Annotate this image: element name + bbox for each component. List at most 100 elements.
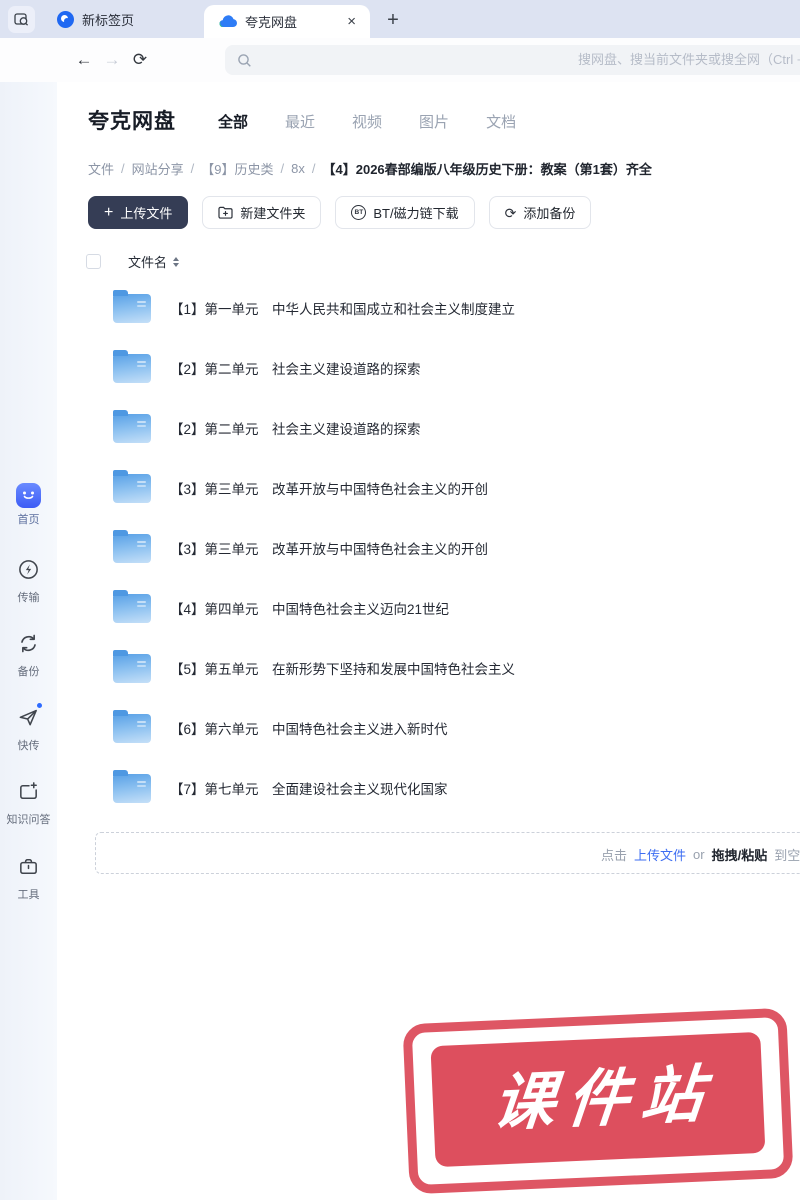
view-tabs: 全部 最近 视频 图片 文档: [218, 109, 516, 132]
tab-search-button[interactable]: [8, 5, 35, 33]
sidebar-item-label: 传输: [17, 591, 40, 604]
breadcrumb-item[interactable]: 8x: [291, 161, 305, 176]
folder-icon: [113, 589, 151, 623]
search-placeholder: 搜网盘、搜当前文件夹或搜全网（Ctrl +: [578, 52, 800, 67]
folder-name: 【1】第一单元 中华人民共和国成立和社会主义制度建立: [170, 302, 516, 317]
tab-recent[interactable]: 最近: [285, 111, 315, 132]
folder-icon: [113, 469, 151, 503]
tab-videos[interactable]: 视频: [352, 111, 382, 132]
search-input[interactable]: 搜网盘、搜当前文件夹或搜全网（Ctrl +: [225, 45, 800, 75]
plus-icon: +: [104, 203, 114, 221]
action-buttons: + 上传文件 新建文件夹 BT BT/磁力链下载 ⟳ 添加备份: [88, 196, 592, 229]
folder-row[interactable]: 【2】第二单元 社会主义建设道路的探索: [57, 338, 800, 398]
folder-row[interactable]: 【2】第二单元 社会主义建设道路的探索: [57, 398, 800, 458]
breadcrumb-separator: /: [280, 161, 285, 176]
folder-icon: [113, 649, 151, 683]
notification-dot: [35, 702, 43, 709]
stamp-plate: 课件站: [430, 1031, 766, 1168]
sidebar-item-label: 快传: [17, 739, 40, 752]
bt-icon: BT: [351, 205, 367, 220]
back-button[interactable]: ←: [70, 50, 98, 70]
upload-file-button[interactable]: + 上传文件: [88, 196, 189, 229]
browser-tab-quark-drive[interactable]: 夸克网盘 ×: [204, 5, 370, 38]
folder-row[interactable]: 【6】第六单元 中国特色社会主义进入新时代: [57, 698, 800, 758]
folder-row[interactable]: 【1】第一单元 中华人民共和国成立和社会主义制度建立: [57, 278, 800, 338]
quark-browser-icon: [57, 10, 74, 28]
tab-documents[interactable]: 文档: [486, 111, 516, 132]
breadcrumb: 文件 / 网站分享 / 【9】历史类 / 8x / 【4】2026春部编版八年级…: [88, 159, 652, 178]
tab-images[interactable]: 图片: [419, 111, 449, 132]
sidebar-item-home[interactable]: 首页: [0, 482, 57, 527]
folder-icon: [113, 289, 151, 323]
hint-prefix: 点击: [601, 847, 628, 863]
sort-toggle-icon[interactable]: [173, 256, 180, 267]
browser-toolbar: ← → ⟳ 搜网盘、搜当前文件夹或搜全网（Ctrl +: [0, 38, 800, 82]
home-smiley-icon: [16, 482, 42, 508]
folder-name: 【2】第二单元 社会主义建设道路的探索: [170, 362, 421, 377]
close-tab-icon[interactable]: ×: [347, 14, 356, 29]
sidebar-item-quick-send[interactable]: 快传: [0, 702, 57, 753]
sidebar-item-label: 工具: [17, 888, 40, 901]
forward-button[interactable]: →: [98, 50, 126, 70]
filename-column-header: 文件名: [128, 255, 168, 270]
folder-name: 【3】第三单元 改革开放与中国特色社会主义的开创: [170, 542, 489, 557]
folder-icon: [113, 529, 151, 563]
sidebar-item-knowledge-qa[interactable]: 知识问答: [0, 778, 57, 827]
browser-tab-bar: 新标签页 夸克网盘 × +: [0, 0, 800, 38]
folder-row[interactable]: 【3】第三单元 改革开放与中国特色社会主义的开创: [57, 458, 800, 518]
folder-plus-icon: [218, 206, 233, 219]
breadcrumb-item[interactable]: 网站分享: [132, 159, 184, 178]
add-backup-button[interactable]: ⟳ 添加备份: [488, 196, 592, 229]
folder-name: 【7】第七单元 全面建设社会主义现代化国家: [170, 782, 448, 797]
sidebar-item-label: 知识问答: [6, 813, 51, 826]
upload-file-label: 上传文件: [120, 206, 173, 221]
folder-icon: [113, 409, 151, 443]
browser-window: 新标签页 夸克网盘 × + ← → ⟳ 搜网盘、搜当前文件夹或搜全网（Ctrl …: [0, 0, 800, 1200]
new-folder-button[interactable]: 新建文件夹: [202, 196, 322, 229]
refresh-button[interactable]: ⟳: [126, 50, 154, 70]
new-tab-button[interactable]: +: [378, 6, 408, 34]
folder-name: 【6】第六单元 中国特色社会主义进入新时代: [170, 722, 448, 737]
breadcrumb-current: 【4】2026春部编版八年级历史下册：教案（第1套）齐全: [322, 162, 652, 177]
quark-drive-cloud-icon: [219, 15, 237, 28]
sidebar-item-transfer[interactable]: 传输: [0, 556, 57, 605]
folder-row[interactable]: 【3】第三单元 改革开放与中国特色社会主义的开创: [57, 518, 800, 578]
folder-row[interactable]: 【5】第五单元 在新形势下坚持和发展中国特色社会主义: [57, 638, 800, 698]
transfer-icon: [16, 556, 42, 582]
select-all-checkbox[interactable]: [86, 254, 101, 269]
breadcrumb-separator: /: [190, 161, 195, 176]
folder-name: 【3】第三单元 改革开放与中国特色社会主义的开创: [170, 482, 489, 497]
folder-row[interactable]: 【7】第七单元 全面建设社会主义现代化国家: [57, 758, 800, 818]
folder-row[interactable]: 【4】第四单元 中国特色社会主义迈向21世纪: [57, 578, 800, 638]
sidebar: 首页 传输 备份 快传 知识问答 工具: [0, 82, 57, 1200]
sidebar-item-label: 备份: [17, 665, 40, 678]
upload-file-link[interactable]: 上传文件: [634, 845, 686, 864]
breadcrumb-item[interactable]: 文件: [88, 159, 114, 178]
folder-name: 【5】第五单元 在新形势下坚持和发展中国特色社会主义: [170, 662, 516, 677]
stamp-text: 课件站: [489, 1059, 719, 1139]
upload-hint: 点击 上传文件 or 拖拽/粘贴 到空白处: [601, 833, 800, 875]
drive-logo: 夸克网盘: [88, 110, 176, 133]
folder-icon: [113, 709, 151, 743]
toolbox-icon: [16, 853, 42, 879]
breadcrumb-separator: /: [311, 161, 316, 176]
new-folder-label: 新建文件夹: [240, 206, 306, 221]
browser-tab-newtab[interactable]: 新标签页: [43, 0, 193, 38]
bt-magnet-download-button[interactable]: BT BT/磁力链下载: [335, 196, 475, 229]
sidebar-item-label: 首页: [17, 514, 40, 526]
tab-search-icon: [14, 12, 29, 26]
hint-suffix: 到空白处: [774, 847, 800, 863]
folder-name: 【2】第二单元 社会主义建设道路的探索: [170, 422, 421, 437]
upload-dropzone[interactable]: 点击 上传文件 or 拖拽/粘贴 到空白处: [95, 832, 800, 874]
add-backup-label: 添加备份: [523, 206, 576, 221]
sidebar-item-tools[interactable]: 工具: [0, 853, 57, 902]
folder-icon: [113, 769, 151, 803]
file-list-header: 文件名: [86, 252, 180, 271]
folder-icon: [113, 349, 151, 383]
breadcrumb-separator: /: [121, 161, 125, 176]
watermark-stamp: 课件站: [402, 1007, 794, 1195]
sidebar-item-backup[interactable]: 备份: [0, 630, 57, 679]
drive-header: 夸克网盘 全部 最近 视频 图片 文档: [88, 102, 516, 138]
tab-all[interactable]: 全部: [218, 111, 248, 132]
breadcrumb-item[interactable]: 【9】历史类: [201, 159, 273, 178]
